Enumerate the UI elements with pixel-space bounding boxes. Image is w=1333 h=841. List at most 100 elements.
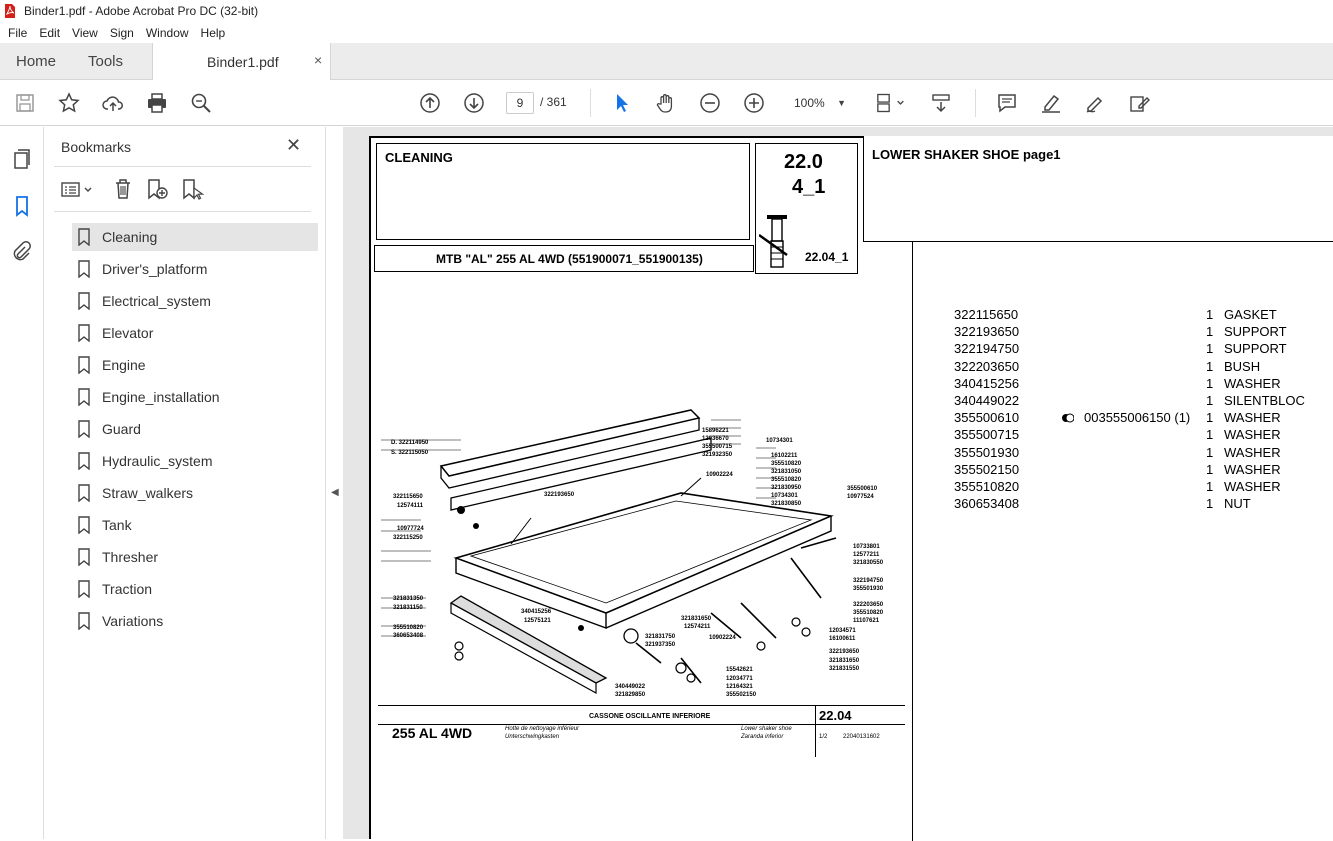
drawing-sheet: 1/2 bbox=[819, 734, 828, 740]
zoom-in-icon[interactable] bbox=[742, 91, 766, 115]
navigation-rail bbox=[0, 127, 44, 839]
bookmark-from-selection-icon[interactable] bbox=[180, 177, 205, 201]
document-viewer[interactable]: CLEANING 22.0 4_1 22.04_1 LOWER SHAKER S… bbox=[343, 127, 1333, 841]
drawing-callout: 10977724 bbox=[397, 526, 424, 532]
zoom-search-icon[interactable] bbox=[189, 91, 213, 115]
tab-home[interactable]: Home bbox=[16, 53, 56, 70]
part-code: 355500610 bbox=[954, 410, 1020, 426]
collapse-panel-icon[interactable]: ◀ bbox=[331, 487, 339, 498]
tab-document[interactable]: Binder1.pdf × bbox=[152, 43, 331, 80]
scroll-mode-icon[interactable] bbox=[929, 91, 953, 115]
bookmark-item[interactable]: Traction bbox=[72, 575, 318, 603]
select-cursor-icon[interactable] bbox=[610, 91, 634, 115]
part-thumbnail-icon bbox=[759, 215, 788, 268]
drawing-title-spanish: Zaranda inferior bbox=[741, 734, 784, 740]
bookmark-item[interactable]: Hydraulic_system bbox=[72, 447, 318, 475]
drawing-callout: 12034771 bbox=[726, 676, 753, 682]
part-description: WASHER bbox=[1224, 444, 1281, 460]
bookmark-item[interactable]: Tank bbox=[72, 511, 318, 539]
upload-cloud-icon[interactable] bbox=[101, 91, 125, 115]
part-quantity: 1 bbox=[1206, 307, 1214, 323]
menu-view[interactable]: View bbox=[72, 26, 98, 40]
drawing-callout: 16102211 bbox=[771, 453, 798, 459]
print-icon[interactable] bbox=[145, 91, 169, 115]
part-row: 340449022 1 SILENTBLOC bbox=[954, 392, 1333, 409]
page-display-icon[interactable] bbox=[874, 91, 910, 115]
zoom-level-dropdown[interactable]: 100% ▼ bbox=[786, 92, 852, 114]
fill-and-sign-icon[interactable] bbox=[1127, 91, 1151, 115]
zoom-out-icon[interactable] bbox=[698, 91, 722, 115]
comment-icon[interactable] bbox=[995, 91, 1019, 115]
panel-splitter[interactable]: ◀ bbox=[325, 127, 343, 839]
drawing-callout: 355500715 bbox=[702, 444, 733, 450]
close-icon[interactable]: ✕ bbox=[286, 135, 301, 156]
drawing-callout: 355502150 bbox=[726, 692, 757, 698]
part-code: 360653408 bbox=[954, 496, 1020, 512]
drawing-callout: 360653408 bbox=[393, 633, 424, 639]
bookmark-item[interactable]: Elevator bbox=[72, 319, 318, 347]
part-quantity: 1 bbox=[1206, 375, 1214, 391]
attachments-icon[interactable] bbox=[10, 240, 34, 264]
bookmark-label: Driver's_platform bbox=[102, 261, 208, 277]
page-number-input[interactable]: 9 bbox=[506, 92, 534, 114]
previous-page-icon[interactable] bbox=[418, 91, 442, 115]
window-title: Binder1.pdf - Adobe Acrobat Pro DC (32-b… bbox=[24, 4, 259, 18]
section-title-box: LOWER SHAKER SHOE page1 bbox=[863, 136, 1333, 242]
delete-bookmark-icon[interactable] bbox=[111, 177, 135, 201]
page-thumbnails-icon[interactable] bbox=[10, 147, 34, 171]
title-bar: Binder1.pdf - Adobe Acrobat Pro DC (32-b… bbox=[0, 0, 1333, 22]
bookmark-list: Cleaning Driver's_platform Electrical_syst… bbox=[72, 223, 318, 639]
drawing-callout: 321932350 bbox=[702, 452, 733, 458]
drawing-callout: 321829850 bbox=[615, 692, 646, 698]
new-bookmark-icon[interactable] bbox=[145, 177, 169, 201]
group-title-box: CLEANING bbox=[376, 143, 750, 240]
drawing-callout: 355510820 bbox=[853, 610, 884, 616]
variant-marker-icon bbox=[1062, 413, 1074, 423]
bookmark-item[interactable]: Thresher bbox=[72, 543, 318, 571]
highlight-pen-icon[interactable] bbox=[1039, 91, 1063, 115]
bookmarks-panel-icon[interactable] bbox=[10, 194, 34, 218]
tab-tools[interactable]: Tools bbox=[88, 53, 123, 70]
divider bbox=[912, 242, 913, 841]
pdf-page: CLEANING 22.0 4_1 22.04_1 LOWER SHAKER S… bbox=[369, 136, 1333, 841]
bookmark-item[interactable]: Guard bbox=[72, 415, 318, 443]
star-icon[interactable] bbox=[57, 91, 81, 115]
drawing-callout: 321831750 bbox=[645, 634, 676, 640]
part-quantity: 1 bbox=[1206, 444, 1214, 460]
divider bbox=[378, 705, 905, 706]
menu-sign[interactable]: Sign bbox=[110, 26, 134, 40]
bookmark-item[interactable]: Variations bbox=[72, 607, 318, 635]
menu-edit[interactable]: Edit bbox=[39, 26, 60, 40]
drawing-callout: 10734301 bbox=[766, 438, 793, 444]
bookmark-icon bbox=[78, 356, 90, 374]
bookmark-item[interactable]: Engine bbox=[72, 351, 318, 379]
menu-help[interactable]: Help bbox=[201, 26, 226, 40]
bookmark-item[interactable]: Cleaning bbox=[72, 223, 318, 251]
part-code: 322203650 bbox=[954, 358, 1020, 374]
part-code: 322193650 bbox=[954, 324, 1020, 340]
part-description: WASHER bbox=[1224, 410, 1281, 426]
drawing-callout: 10734301 bbox=[771, 493, 798, 499]
drawing-callout: 321831150 bbox=[393, 605, 423, 611]
drawing-callout: 10902224 bbox=[706, 472, 733, 478]
drawing-callout: S. 322115050 bbox=[391, 450, 429, 456]
hand-tool-icon[interactable] bbox=[654, 91, 678, 115]
draw-sign-icon[interactable] bbox=[1083, 91, 1107, 115]
save-icon[interactable] bbox=[13, 91, 37, 115]
part-code: 355500715 bbox=[954, 427, 1020, 443]
drawing-callout: 15542621 bbox=[726, 667, 753, 673]
parts-list: 322115650 1 GASKET 322193650 1 SUPPORT 3221947… bbox=[954, 306, 1333, 512]
toolbar-separator bbox=[590, 89, 591, 117]
menu-window[interactable]: Window bbox=[146, 26, 189, 40]
tab-close-icon[interactable]: × bbox=[314, 52, 322, 68]
bookmark-item[interactable]: Straw_walkers bbox=[72, 479, 318, 507]
next-page-icon[interactable] bbox=[462, 91, 486, 115]
menu-file[interactable]: File bbox=[8, 26, 27, 40]
bookmark-item[interactable]: Driver's_platform bbox=[72, 255, 318, 283]
bookmark-item[interactable]: Engine_installation bbox=[72, 383, 318, 411]
bookmark-options-icon[interactable] bbox=[60, 177, 96, 201]
bookmarks-toolbar bbox=[54, 172, 311, 206]
bookmark-icon bbox=[78, 324, 90, 342]
bookmark-item[interactable]: Electrical_system bbox=[72, 287, 318, 315]
drawing-title-english: Lower shaker shoe bbox=[741, 726, 792, 732]
